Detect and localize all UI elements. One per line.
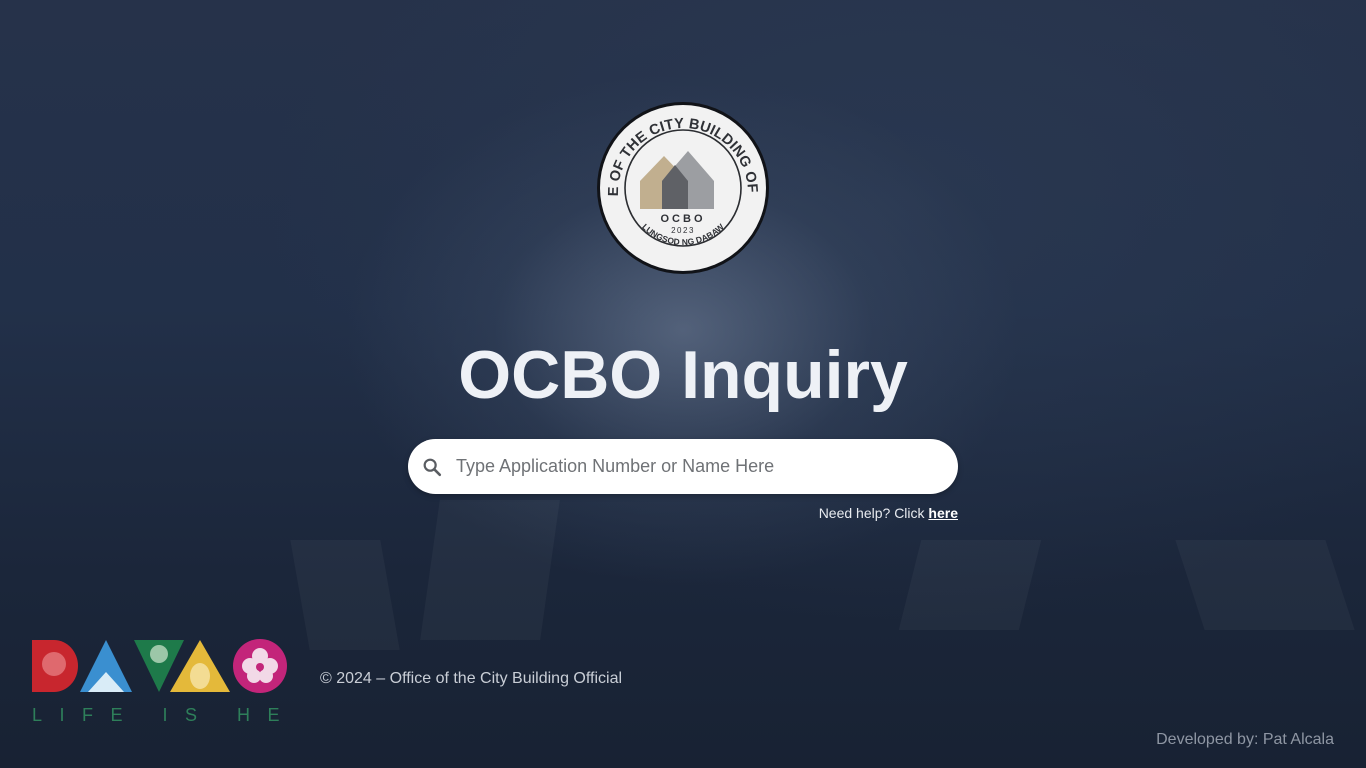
ocbo-seal-graphic: OFFICE OF THE CITY BUILDING OFFICIAL LUN… <box>590 89 769 274</box>
developer-credit: Developed by: Pat Alcala <box>1156 731 1334 748</box>
search-input[interactable] <box>456 439 936 494</box>
ocbo-seal-logo: OFFICE OF THE CITY BUILDING OFFICIAL LUN… <box>590 89 770 275</box>
davao-life-is-here-logo: LIFE IS HERE <box>30 638 340 726</box>
search-bar[interactable] <box>408 439 958 494</box>
copyright-text: © 2024 – Office of the City Building Off… <box>320 670 623 687</box>
seal-year: 2023 <box>671 226 695 235</box>
background-shard <box>290 540 400 650</box>
page-title: OCBO Inquiry <box>458 337 908 413</box>
background-shard <box>420 500 560 640</box>
background-shard <box>1175 540 1355 630</box>
help-label: Need help? Click <box>818 505 929 521</box>
davao-tagline: LIFE IS HERE <box>32 705 292 725</box>
seal-abbrev: OCBO <box>661 213 706 225</box>
help-link[interactable]: here <box>928 505 958 521</box>
search-icon <box>421 456 443 478</box>
help-text: Need help? Click here <box>819 505 958 521</box>
background-shard <box>898 540 1042 630</box>
davao-logo-graphic: LIFE IS HERE <box>32 639 340 725</box>
